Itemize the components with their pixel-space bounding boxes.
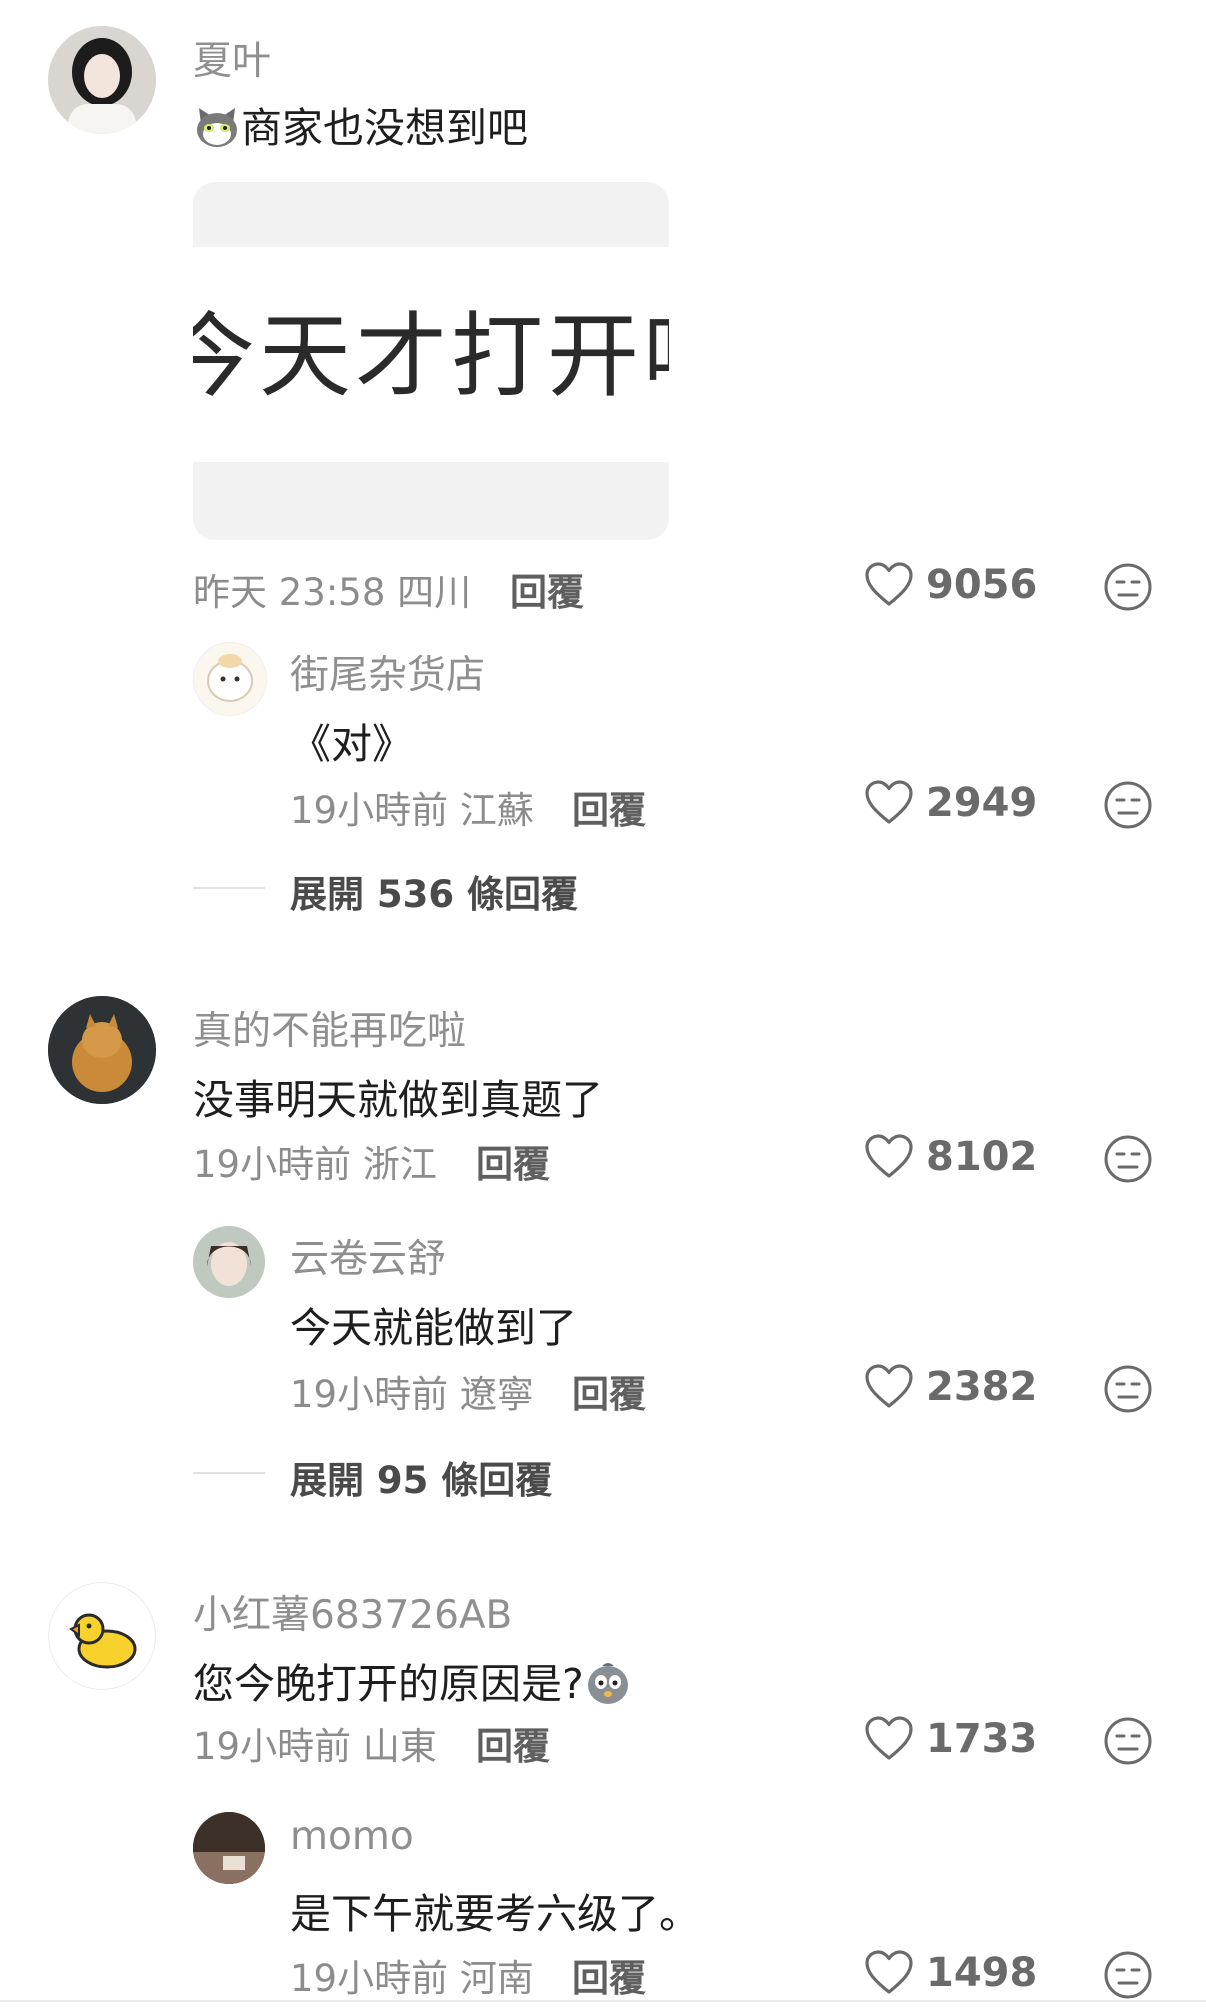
comment-username[interactable]: 夏叶 bbox=[193, 30, 271, 86]
reply-button[interactable]: 回覆 bbox=[572, 1364, 646, 1418]
comment-text: 没事明天就做到真题了 bbox=[193, 1076, 603, 1124]
reply-location: 河南 bbox=[459, 1957, 534, 2000]
reply-username[interactable]: 云卷云舒 bbox=[290, 1228, 446, 1284]
comment-text: 商家也没想到吧 bbox=[193, 94, 528, 154]
heart-outline-icon bbox=[865, 1716, 913, 1760]
expand-replies-button[interactable]: 展開 536 條回覆 bbox=[290, 864, 578, 918]
comment-location: 山東 bbox=[362, 1725, 437, 1768]
image-bottom-band bbox=[193, 462, 669, 540]
like-button[interactable]: 2949 bbox=[864, 780, 1037, 826]
meh-face-icon[interactable] bbox=[1103, 780, 1153, 830]
like-button[interactable]: 8102 bbox=[864, 1134, 1037, 1180]
reply-meta: 19小時前 河南 bbox=[290, 1948, 534, 2002]
meh-face-icon[interactable] bbox=[1103, 1134, 1153, 1184]
bottom-divider bbox=[0, 2000, 1206, 2002]
reply-text: 是下午就要考六级了。 bbox=[290, 1890, 700, 1938]
like-button[interactable]: 2382 bbox=[864, 1364, 1037, 1410]
comment-image[interactable]: 今天才打开吗 bbox=[193, 182, 669, 540]
comment-location: 浙江 bbox=[362, 1143, 437, 1186]
avatar[interactable] bbox=[193, 1812, 265, 1884]
like-count: 1498 bbox=[926, 1950, 1038, 1996]
reply-button[interactable]: 回覆 bbox=[572, 780, 646, 834]
comment-username[interactable]: 小红薯683726AB bbox=[193, 1584, 512, 1640]
reply-button[interactable]: 回覆 bbox=[476, 1716, 550, 1770]
heart-outline-icon bbox=[865, 562, 913, 606]
reply-username[interactable]: momo bbox=[290, 1814, 414, 1859]
avatar[interactable] bbox=[48, 1582, 156, 1690]
like-button[interactable]: 9056 bbox=[864, 562, 1037, 608]
reply-time: 19小時前 bbox=[290, 789, 449, 832]
heart-outline-icon bbox=[865, 1364, 913, 1408]
comment-meta: 19小時前 浙江 bbox=[193, 1134, 437, 1188]
reply-location: 遼寧 bbox=[459, 1373, 534, 1416]
reply-meta: 19小時前 江蘇 bbox=[290, 780, 534, 834]
reply-time: 19小時前 bbox=[290, 1957, 449, 2000]
meh-face-icon[interactable] bbox=[1103, 1950, 1153, 2000]
reply-meta: 19小時前 遼寧 bbox=[290, 1364, 534, 1418]
like-count: 9056 bbox=[926, 562, 1038, 608]
reply-location: 江蘇 bbox=[459, 789, 534, 832]
reply-time: 19小時前 bbox=[290, 1373, 449, 1416]
meh-face-icon[interactable] bbox=[1103, 562, 1153, 612]
reply-text: 今天就能做到了 bbox=[290, 1304, 577, 1352]
avatar[interactable] bbox=[193, 642, 267, 716]
duck-icon bbox=[69, 1613, 137, 1669]
meh-face-icon[interactable] bbox=[1103, 1716, 1153, 1766]
avatar[interactable] bbox=[48, 26, 156, 134]
comment-time: 19小時前 bbox=[193, 1143, 352, 1186]
meh-face-icon[interactable] bbox=[1103, 1364, 1153, 1414]
heart-outline-icon bbox=[865, 1134, 913, 1178]
heart-outline-icon bbox=[865, 1950, 913, 1994]
comment-username[interactable]: 真的不能再吃啦 bbox=[193, 1000, 466, 1056]
comment-text-content: 商家也没想到吧 bbox=[241, 104, 528, 152]
comment-time: 昨天 23:58 bbox=[193, 571, 386, 614]
cat-emoji-icon bbox=[193, 102, 241, 150]
comment-time: 19小時前 bbox=[193, 1725, 352, 1768]
reply-button[interactable]: 回覆 bbox=[572, 1948, 646, 2002]
expand-divider bbox=[193, 887, 265, 889]
like-count: 2949 bbox=[926, 780, 1038, 826]
like-count: 2382 bbox=[926, 1364, 1038, 1410]
heart-outline-icon bbox=[865, 780, 913, 824]
avatar[interactable] bbox=[193, 1226, 265, 1298]
shocked-face-emoji-icon bbox=[584, 1658, 632, 1706]
reply-username[interactable]: 街尾杂货店 bbox=[290, 644, 485, 700]
comment-location: 四川 bbox=[397, 571, 472, 614]
avatar[interactable] bbox=[48, 996, 156, 1104]
like-count: 1733 bbox=[926, 1716, 1038, 1762]
image-text: 今天才打开吗 bbox=[193, 303, 669, 410]
comment-text-content: 您今晚打开的原因是? bbox=[193, 1660, 584, 1708]
like-button[interactable]: 1498 bbox=[864, 1950, 1037, 1996]
expand-divider bbox=[193, 1472, 265, 1474]
comment-meta: 昨天 23:58 四川 bbox=[193, 562, 471, 616]
expand-replies-button[interactable]: 展開 95 條回覆 bbox=[290, 1450, 552, 1504]
comment-text: 您今晚打开的原因是? bbox=[193, 1650, 632, 1710]
like-count: 8102 bbox=[926, 1134, 1038, 1180]
comment-meta: 19小時前 山東 bbox=[193, 1716, 437, 1770]
reply-button[interactable]: 回覆 bbox=[476, 1134, 550, 1188]
reply-button[interactable]: 回覆 bbox=[510, 562, 584, 616]
reply-text: 《对》 bbox=[290, 720, 413, 768]
like-button[interactable]: 1733 bbox=[864, 1716, 1037, 1762]
